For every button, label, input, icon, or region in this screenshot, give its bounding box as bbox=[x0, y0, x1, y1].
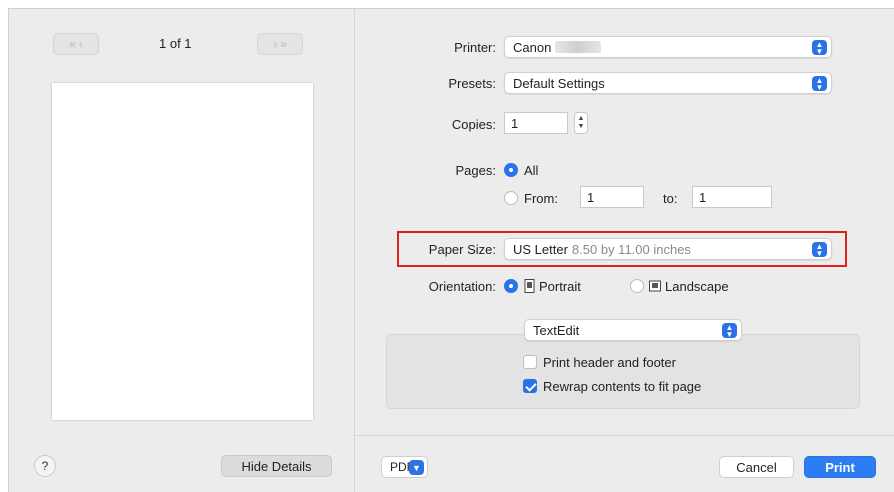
preview-pane: « ‹ 1 of 1 › » ? Hide Details bbox=[9, 9, 355, 492]
pages-label: Pages: bbox=[455, 163, 496, 178]
pages-from-field[interactable]: 1 bbox=[580, 186, 644, 208]
previous-page-icon: ‹ bbox=[78, 37, 83, 51]
copies-label: Copies: bbox=[451, 117, 496, 132]
portrait-icon bbox=[524, 279, 535, 293]
page-preview bbox=[52, 83, 313, 420]
popup-arrows-icon: ▲ ▼ bbox=[812, 40, 827, 55]
dialog-footer: PDF ▼ Cancel Print bbox=[356, 435, 894, 492]
chevron-down-icon: ▼ bbox=[409, 460, 424, 475]
print-button[interactable]: Print bbox=[804, 456, 876, 478]
app-section-popup[interactable]: TextEdit ▲ ▼ bbox=[524, 319, 742, 341]
stepper-up-icon: ▲ bbox=[577, 115, 585, 122]
pages-to-label: to: bbox=[663, 191, 678, 206]
cancel-button[interactable]: Cancel bbox=[719, 456, 794, 478]
print-header-footer-label: Print header and footer bbox=[543, 355, 676, 370]
print-dialog: « ‹ 1 of 1 › » ? Hide Details Printer: C… bbox=[8, 8, 894, 492]
rewrap-checkbox[interactable] bbox=[523, 379, 537, 393]
orientation-label: Orientation: bbox=[428, 279, 496, 294]
settings-pane: Printer: Canon ▲ ▼ Presets: Default Setti… bbox=[356, 9, 894, 492]
next-page-button[interactable]: › » bbox=[257, 33, 303, 55]
page-indicator: 1 of 1 bbox=[159, 36, 192, 51]
pages-all-label: All bbox=[524, 163, 539, 178]
printer-label: Printer: bbox=[454, 40, 496, 55]
copies-field[interactable]: 1 bbox=[504, 112, 568, 134]
app-section-value: TextEdit bbox=[533, 322, 580, 338]
printer-popup[interactable]: Canon ▲ ▼ bbox=[504, 36, 832, 58]
pages-all-radio[interactable] bbox=[504, 163, 518, 177]
print-header-footer-checkbox[interactable] bbox=[523, 355, 537, 369]
portrait-label: Portrait bbox=[539, 279, 581, 294]
pages-from-radio[interactable] bbox=[504, 191, 518, 205]
landscape-label: Landscape bbox=[665, 279, 729, 294]
redacted-printer-model bbox=[555, 41, 602, 53]
pages-to-field[interactable]: 1 bbox=[692, 186, 772, 208]
landscape-radio[interactable] bbox=[630, 279, 644, 293]
printer-value: Canon bbox=[513, 39, 552, 55]
portrait-radio[interactable] bbox=[504, 279, 518, 293]
rewrap-label: Rewrap contents to fit page bbox=[543, 379, 702, 394]
hide-details-button[interactable]: Hide Details bbox=[221, 455, 332, 477]
landscape-icon bbox=[649, 280, 661, 292]
copies-stepper[interactable]: ▲ ▼ bbox=[574, 112, 588, 134]
popup-arrows-icon: ▲ ▼ bbox=[722, 323, 737, 338]
presets-popup[interactable]: Default Settings ▲ ▼ bbox=[504, 72, 832, 94]
next-page-icon: › bbox=[273, 37, 278, 51]
popup-arrows-icon: ▲ ▼ bbox=[812, 76, 827, 91]
app-options-box bbox=[386, 334, 860, 409]
last-page-icon: » bbox=[280, 37, 287, 51]
pages-from-label: From: bbox=[524, 191, 558, 206]
paper-size-highlight bbox=[397, 231, 847, 267]
previous-page-button[interactable]: « ‹ bbox=[53, 33, 99, 55]
pdf-menu-button[interactable]: PDF ▼ bbox=[381, 456, 428, 478]
presets-value: Default Settings bbox=[513, 75, 605, 91]
first-page-icon: « bbox=[69, 37, 76, 51]
stepper-down-icon: ▼ bbox=[577, 123, 585, 130]
presets-label: Presets: bbox=[448, 76, 496, 91]
help-button[interactable]: ? bbox=[34, 455, 56, 477]
